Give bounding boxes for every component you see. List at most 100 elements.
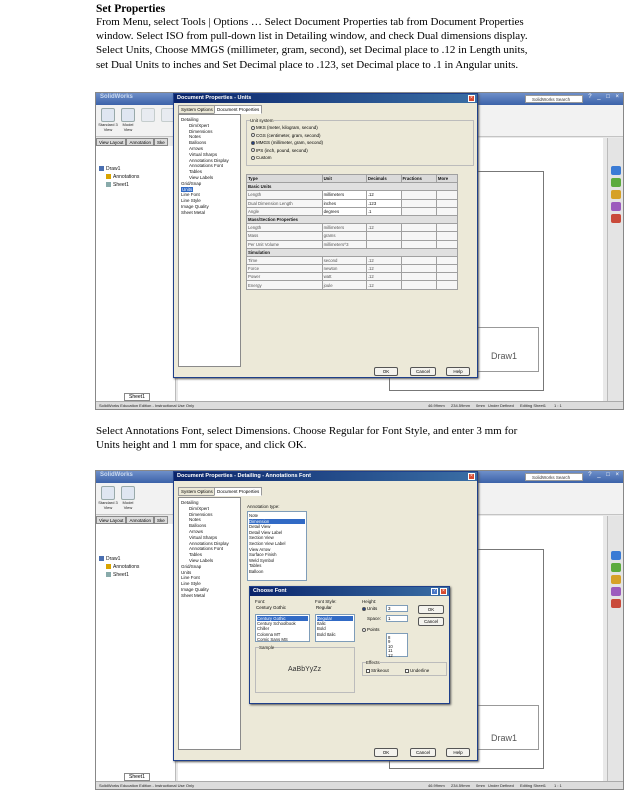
nav-item-dim-xpert[interactable]: Dim/Xpert [189,123,209,128]
table-cell[interactable]: .12 [365,190,402,200]
window-controls[interactable]: ? _ □ × [588,472,621,478]
window-controls[interactable]: ? _ □ × [588,94,621,100]
cancel-button[interactable]: Cancel [410,748,436,757]
close-icon[interactable]: × [468,473,475,480]
nav-item-tables[interactable]: Tables [189,552,202,557]
nav-item-annotations-font[interactable]: Annotations Font [189,546,223,551]
nav-item-virtual-sharps[interactable]: Virtual Sharps [189,152,217,157]
nav-item-grid-snap[interactable]: Grid/Snap [181,564,201,569]
design-library-icon[interactable] [611,563,621,572]
nav-item-arrows[interactable]: Arrows [189,529,203,534]
points-list-item[interactable]: 12 [388,653,393,658]
underline-checkbox[interactable]: Underline [405,668,429,673]
nav-item-view-labels[interactable]: View Labels [189,175,213,180]
table-cell[interactable]: inches [321,198,367,208]
nav-item-detailing[interactable]: Detailing [181,117,199,122]
table-cell[interactable]: degrees [321,206,367,216]
nav-item-image-quality[interactable]: Image Quality [181,204,209,209]
table-cell[interactable]: .1 [365,206,402,216]
tab-system-options[interactable]: System Options [178,105,216,114]
nav-item-detailing[interactable]: Detailing [181,500,199,505]
annotation-type-item[interactable]: Section View Label [249,541,305,546]
font-ok-button[interactable]: OK [418,605,444,614]
tab-annotation[interactable]: Annotation [126,516,154,524]
search-input[interactable]: SolidWorks Search [525,473,583,481]
font-list-item[interactable]: Comic Sans MS [257,637,308,642]
file-explorer-icon[interactable] [611,190,621,199]
font-name-field[interactable]: Century Gothic [255,605,310,612]
font-cancel-button[interactable]: Cancel [418,617,444,626]
close-icon[interactable]: × [468,95,475,102]
tab-sketch[interactable]: Ske [153,516,168,524]
tab-document-properties[interactable]: Document Properties [214,487,263,496]
nav-item-units[interactable]: Units [181,186,194,192]
strikeout-checkbox[interactable]: Strikeout [366,668,389,673]
standard-3-view-button[interactable] [101,486,115,500]
nav-item-virtual-sharps[interactable]: Virtual Sharps [189,535,217,540]
nav-item-dimensions[interactable]: Dimensions [189,129,213,134]
nav-item-dimensions[interactable]: Dimensions [189,512,213,517]
close-icon[interactable]: × [440,588,447,595]
help-icon[interactable]: ? [431,588,438,595]
nav-item-annotations-display[interactable]: Annotations Display [189,541,229,546]
help-button[interactable]: Help [446,367,470,376]
annotation-type-item[interactable]: Detail View Label [249,530,305,535]
unit-system-radio[interactable]: MMGS (millimeter, gram, second) [251,140,323,145]
model-view-button[interactable] [121,108,135,122]
appearances-icon[interactable] [611,599,621,608]
annotation-type-item[interactable]: Surface Finish [249,552,305,557]
projected-view-button[interactable] [141,108,155,122]
nav-item-annotations-display[interactable]: Annotations Display [189,158,229,163]
nav-item-balloons[interactable]: Balloons [189,140,206,145]
tree-item-annotations[interactable]: Annotations [106,564,139,570]
annotation-type-item[interactable]: Detail View [249,524,305,529]
nav-item-line-style[interactable]: Line Style [181,581,201,586]
table-cell[interactable]: .123 [365,198,402,208]
tab-sketch[interactable]: Ske [153,138,168,146]
annotation-type-item[interactable]: Note [249,513,305,518]
appearances-icon[interactable] [611,214,621,223]
standard-3-view-button[interactable] [101,108,115,122]
unit-system-radio[interactable]: Custom [251,155,272,160]
nav-item-line-font[interactable]: Line Font [181,575,200,580]
points-radio[interactable]: Points [362,627,380,632]
nav-item-line-font[interactable]: Line Font [181,192,200,197]
tree-item-draw1[interactable]: Draw1 [99,166,120,172]
nav-item-notes[interactable]: Notes [189,134,201,139]
nav-item-arrows[interactable]: Arrows [189,146,203,151]
file-explorer-icon[interactable] [611,575,621,584]
help-button[interactable]: Help [446,748,470,757]
nav-item-sheet-metal[interactable]: Sheet Metal [181,593,205,598]
annotation-type-list[interactable]: Note Dimension Detail View Detail View Labe… [247,511,307,581]
search-input[interactable]: SolidWorks Search [525,95,583,103]
model-view-button[interactable] [121,486,135,500]
annotation-type-item[interactable]: Balloon [249,569,305,574]
tree-item-sheet1[interactable]: Sheet1 [106,572,129,578]
ok-button[interactable]: OK [374,367,398,376]
tree-item-sheet1[interactable]: Sheet1 [106,182,129,188]
annotation-type-item[interactable]: Section View [249,535,305,540]
nav-item-sheet-metal[interactable]: Sheet Metal [181,210,205,215]
font-style-item[interactable]: Bold Italic [317,632,353,637]
annotation-type-item[interactable]: View Arrow [249,547,305,552]
font-style-field[interactable]: Regular [315,605,355,612]
unit-system-radio[interactable]: IPS (inch, pound, second) [251,148,308,153]
design-library-icon[interactable] [611,178,621,187]
nav-item-image-quality[interactable]: Image Quality [181,587,209,592]
view-palette-icon[interactable] [611,587,621,596]
nav-item-line-style[interactable]: Line Style [181,198,201,203]
resources-icon[interactable] [611,166,621,175]
nav-item-balloons[interactable]: Balloons [189,523,206,528]
unit-system-radio[interactable]: MKS (meter, kilogram, second) [251,125,318,130]
cancel-button[interactable]: Cancel [410,367,436,376]
nav-item-view-labels[interactable]: View Labels [189,558,213,563]
annotation-type-item[interactable]: Dimension [249,518,305,524]
units-radio[interactable]: Units [362,606,377,611]
nav-item-tables[interactable]: Tables [189,169,202,174]
tree-item-annotations[interactable]: Annotations [106,174,139,180]
unit-system-radio[interactable]: CGS (centimeter, gram, second) [251,133,321,138]
annotation-type-item[interactable]: Tables [249,563,305,568]
nav-item-dim-xpert[interactable]: Dim/Xpert [189,506,209,511]
font-list[interactable]: Century Gothic Century Schoolbook Chiller C… [255,614,310,642]
points-list[interactable]: 8 9 10 11 12 [386,633,408,658]
